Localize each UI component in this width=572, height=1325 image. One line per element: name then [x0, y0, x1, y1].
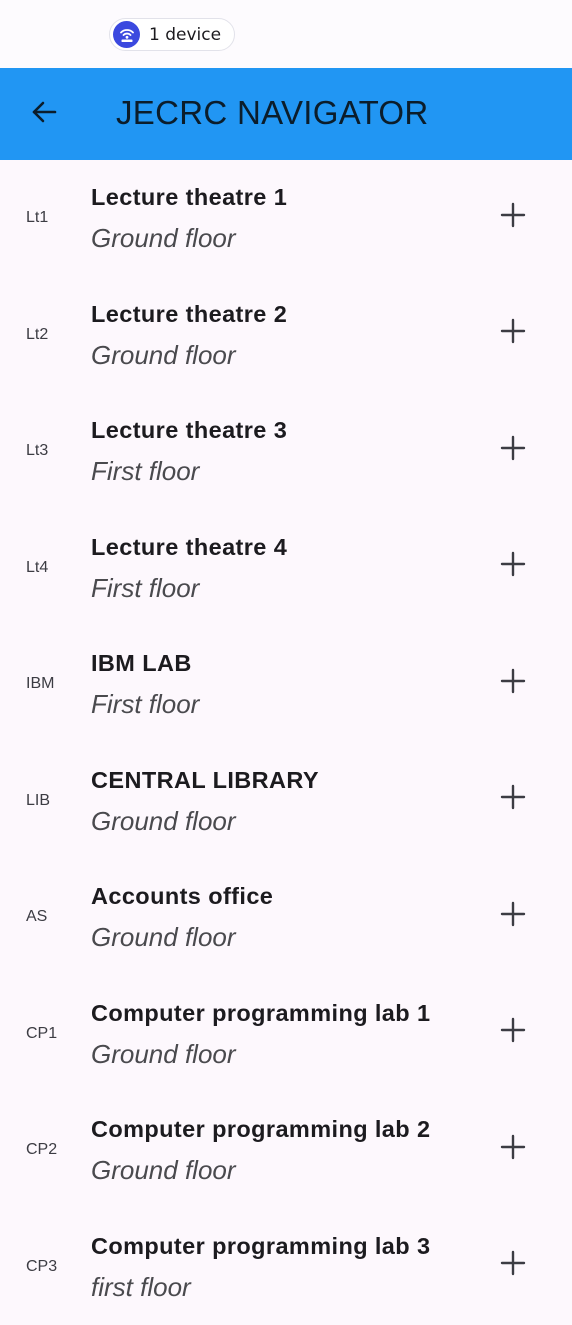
place-floor: first floor	[91, 1272, 191, 1303]
place-floor: First floor	[91, 456, 199, 487]
place-name: Computer programming lab 1	[91, 1000, 430, 1027]
list-item[interactable]: CP3 Computer programming lab 3 first floor	[0, 1209, 572, 1325]
place-code: Lt3	[26, 442, 48, 460]
list-item[interactable]: CP1 Computer programming lab 1 Ground floo…	[0, 976, 572, 1093]
plus-icon	[500, 202, 526, 233]
place-code: IBM	[26, 675, 54, 693]
list-item[interactable]: AS Accounts office Ground floor	[0, 859, 572, 976]
add-button[interactable]	[494, 315, 532, 353]
add-button[interactable]	[494, 548, 532, 586]
place-name: Computer programming lab 2	[91, 1116, 430, 1143]
device-chip[interactable]: 1 device	[109, 18, 235, 51]
add-button[interactable]	[494, 198, 532, 236]
add-button[interactable]	[494, 781, 532, 819]
place-floor: Ground floor	[91, 922, 236, 953]
place-floor: Ground floor	[91, 806, 236, 837]
place-name: Lecture theatre 2	[91, 301, 287, 328]
place-floor: Ground floor	[91, 1039, 236, 1070]
back-button[interactable]	[22, 92, 66, 136]
page-title: JECRC NAVIGATOR	[116, 94, 429, 132]
list-item[interactable]: Lt4 Lecture theatre 4 First floor	[0, 510, 572, 627]
device-count-label: 1 device	[149, 25, 221, 45]
list-item[interactable]: Lt2 Lecture theatre 2 Ground floor	[0, 277, 572, 394]
plus-icon	[500, 1134, 526, 1165]
plus-icon	[500, 551, 526, 582]
place-floor: First floor	[91, 689, 199, 720]
plus-icon	[500, 668, 526, 699]
place-code: CP1	[26, 1025, 57, 1043]
cast-device-icon	[113, 21, 140, 48]
plus-icon	[500, 901, 526, 932]
plus-icon	[500, 1017, 526, 1048]
place-code: Lt1	[26, 209, 48, 227]
plus-icon	[500, 784, 526, 815]
add-button[interactable]	[494, 1247, 532, 1285]
place-list: Lt1 Lecture theatre 1 Ground floor Lt2 Lectu…	[0, 160, 572, 1325]
place-name: CENTRAL LIBRARY	[91, 767, 319, 794]
list-item[interactable]: CP2 Computer programming lab 2 Ground floo…	[0, 1092, 572, 1209]
list-item[interactable]: Lt3 Lecture theatre 3 First floor	[0, 393, 572, 510]
list-item[interactable]: LIB CENTRAL LIBRARY Ground floor	[0, 743, 572, 860]
place-code: AS	[26, 908, 47, 926]
place-floor: Ground floor	[91, 1155, 236, 1186]
place-name: Lecture theatre 4	[91, 534, 287, 561]
add-button[interactable]	[494, 431, 532, 469]
place-floor: Ground floor	[91, 340, 236, 371]
add-button[interactable]	[494, 897, 532, 935]
place-name: Computer programming lab 3	[91, 1233, 430, 1260]
place-code: Lt4	[26, 559, 48, 577]
plus-icon	[500, 435, 526, 466]
add-button[interactable]	[494, 1130, 532, 1168]
plus-icon	[500, 318, 526, 349]
place-name: Lecture theatre 3	[91, 417, 287, 444]
add-button[interactable]	[494, 1014, 532, 1052]
list-item[interactable]: IBM IBM LAB First floor	[0, 626, 572, 743]
status-bar: 1 device	[0, 0, 572, 68]
place-code: CP2	[26, 1141, 57, 1159]
place-name: Lecture theatre 1	[91, 184, 287, 211]
place-code: LIB	[26, 792, 50, 810]
place-floor: First floor	[91, 573, 199, 604]
arrow-back-icon	[30, 98, 58, 131]
place-code: CP3	[26, 1258, 57, 1276]
place-code: Lt2	[26, 326, 48, 344]
app-bar: JECRC NAVIGATOR	[0, 68, 572, 160]
place-name: IBM LAB	[91, 650, 192, 677]
plus-icon	[500, 1250, 526, 1281]
place-floor: Ground floor	[91, 223, 236, 254]
place-name: Accounts office	[91, 883, 273, 910]
list-item[interactable]: Lt1 Lecture theatre 1 Ground floor	[0, 160, 572, 277]
add-button[interactable]	[494, 664, 532, 702]
